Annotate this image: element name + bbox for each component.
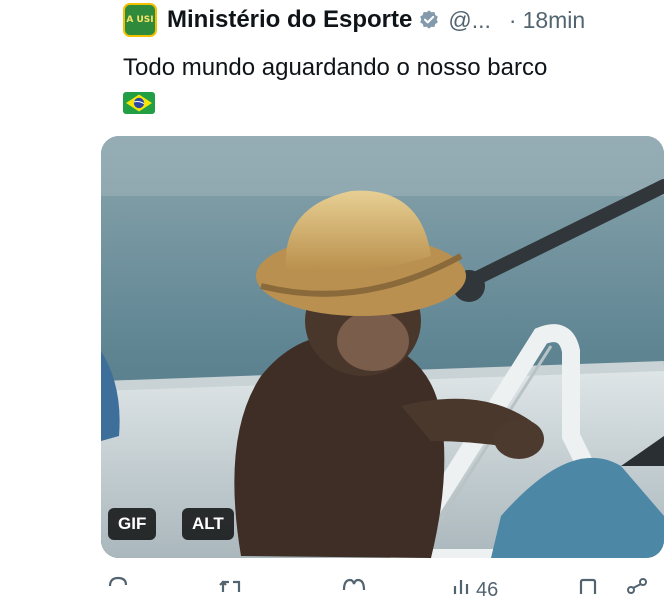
share-button[interactable] (625, 570, 651, 594)
repost-button[interactable] (219, 570, 245, 594)
reply-button[interactable] (106, 570, 130, 594)
verified-badge-icon (420, 10, 439, 29)
time-separator: · (508, 6, 517, 33)
share-icon (627, 578, 647, 594)
author-handle[interactable]: @... (448, 7, 491, 34)
post-time[interactable]: 18min (523, 7, 586, 34)
alt-text-button[interactable]: ALT (182, 508, 234, 540)
avatar[interactable]: A USI (123, 3, 157, 37)
gif-frame-image (101, 136, 664, 558)
views-button[interactable]: 46 (452, 570, 498, 600)
bookmark-button[interactable] (576, 570, 600, 594)
like-button[interactable] (341, 570, 367, 594)
reply-icon (108, 576, 128, 587)
repost-icon (219, 580, 241, 592)
gif-badge: GIF (108, 508, 157, 540)
post-media-gif[interactable] (101, 136, 664, 558)
views-count: 46 (476, 579, 499, 601)
views-icon (453, 580, 469, 594)
post-header: A USI Ministério do Esporte @... · 18min (123, 3, 585, 37)
brazil-flag-icon (123, 92, 155, 114)
post-actions-bar: 46 (0, 570, 670, 600)
post-text: Todo mundo aguardando o nosso barco (123, 54, 548, 81)
bookmark-icon (579, 578, 597, 594)
like-icon (342, 578, 366, 591)
avatar-text: A USI (126, 15, 154, 25)
author-name[interactable]: Ministério do Esporte (167, 6, 412, 34)
